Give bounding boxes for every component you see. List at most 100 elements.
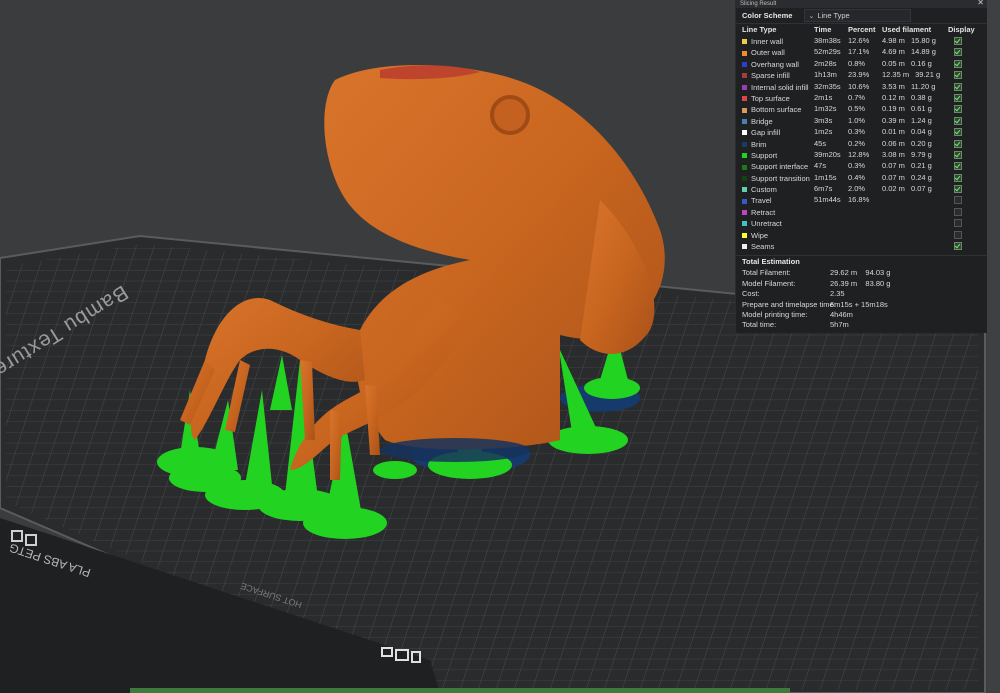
col-display: Display [948, 25, 975, 34]
total-row: Model Filament: 26.39 m 83.80 g [736, 279, 987, 289]
table-row: Brim 45s 0.2% 0.06 m 0.20 g [736, 138, 987, 149]
color-swatch [742, 84, 747, 90]
display-checkbox[interactable] [954, 139, 962, 148]
total-label: Model Filament: [742, 278, 796, 288]
table-row: Support 39m20s 12.8% 3.08 m 9.79 g [736, 149, 987, 160]
table-row: Top surface 2m1s 0.7% 0.12 m 0.38 g [736, 92, 987, 103]
table-row: Support transition 1m15s 0.4% 0.07 m 0.24 g [736, 172, 987, 183]
table-row: Sparse infill 1h13m 23.9% 12.35 m 39.21 g [736, 69, 987, 80]
slicing-result-panel: Slicing Result ✕ Color Scheme ⌄ Line Typ… [735, 0, 987, 333]
table-row: Outer wall 52m29s 17.1% 4.69 m 14.89 g [736, 46, 987, 57]
table-row: Overhang wall 2m28s 0.8% 0.05 m 0.16 g [736, 58, 987, 69]
total-row: Cost: 2.35 [736, 289, 987, 299]
color-swatch [742, 118, 747, 124]
display-checkbox[interactable] [954, 128, 962, 137]
line-type-header: Line Type Time Percent Used filament Dis… [736, 24, 987, 35]
color-swatch [742, 50, 747, 56]
color-swatch [742, 96, 747, 102]
display-checkbox[interactable] [954, 116, 962, 125]
color-scheme-select[interactable]: ⌄ Line Type [804, 9, 912, 22]
table-row: Unretract [736, 217, 987, 228]
color-swatch [742, 153, 747, 159]
display-checkbox[interactable] [954, 207, 962, 216]
table-row: Support interface 47s 0.3% 0.07 m 0.21 g [736, 160, 987, 171]
line-type-time [814, 240, 848, 253]
display-checkbox[interactable] [954, 219, 962, 228]
line-type-name: Seams [742, 240, 814, 253]
display-checkbox[interactable] [954, 93, 962, 102]
color-scheme-row: Color Scheme ⌄ Line Type [736, 8, 987, 24]
total-estimation-title: Total Estimation [736, 255, 987, 268]
total-value: 26.39 m 83.80 g [830, 278, 891, 288]
total-value: 4h46m [830, 309, 853, 319]
table-row: Inner wall 38m38s 12.6% 4.98 m 15.80 g [736, 35, 987, 46]
table-row: Seams [736, 240, 987, 251]
total-value: 6m15s + 15m18s [830, 299, 888, 309]
line-type-label: Seams [751, 242, 775, 252]
color-scheme-value: Line Type [817, 11, 850, 20]
display-checkbox[interactable] [954, 230, 962, 239]
color-swatch [742, 221, 747, 227]
color-swatch [742, 141, 747, 147]
model-eye [490, 95, 530, 135]
color-swatch [742, 187, 747, 193]
right-scrollbar[interactable] [987, 0, 1000, 693]
color-swatch [742, 175, 747, 181]
table-row: Retract [736, 206, 987, 217]
close-icon[interactable]: ✕ [977, 0, 984, 7]
total-label: Model printing time: [742, 309, 808, 319]
color-swatch [742, 198, 747, 204]
total-label: Total time: [742, 320, 777, 330]
panel-titlebar[interactable]: Slicing Result ✕ [736, 0, 987, 8]
table-row: Wipe [736, 229, 987, 240]
display-checkbox[interactable] [954, 162, 962, 171]
color-swatch [742, 39, 747, 45]
col-line-type: Line Type [742, 25, 777, 34]
table-row: Internal solid infill 32m35s 10.6% 3.53 m 11… [736, 81, 987, 92]
display-checkbox[interactable] [954, 37, 962, 45]
color-swatch [742, 130, 747, 136]
color-swatch [742, 73, 747, 79]
table-row: Travel 51m44s 16.8% [736, 194, 987, 205]
line-type-percent [848, 240, 882, 253]
total-value: 29.62 m 94.03 g [830, 268, 891, 278]
total-label: Prepare and timelapse time: [742, 299, 836, 309]
col-used-filament: Used filament [882, 25, 932, 34]
total-estimation-list: Total Filament: 29.62 m 94.03 g Model Fila… [736, 268, 987, 330]
table-row: Custom 6m7s 2.0% 0.02 m 0.07 g [736, 183, 987, 194]
display-checkbox[interactable] [954, 48, 962, 57]
display-checkbox[interactable] [954, 173, 962, 182]
line-type-table: Inner wall 38m38s 12.6% 4.98 m 15.80 g Outer … [736, 35, 987, 251]
color-swatch [742, 61, 747, 67]
display-checkbox[interactable] [954, 185, 962, 194]
total-row: Model printing time: 4h46m [736, 310, 987, 320]
total-label: Cost: [742, 289, 760, 299]
display-checkbox[interactable] [954, 150, 962, 159]
color-scheme-label: Color Scheme [742, 11, 793, 20]
total-label: Total Filament: [742, 268, 791, 278]
total-row: Total time: 5h7m [736, 320, 987, 330]
line-type-filament [882, 240, 948, 253]
display-checkbox[interactable] [954, 105, 962, 114]
total-row: Prepare and timelapse time: 6m15s + 15m18… [736, 300, 987, 310]
total-row: Total Filament: 29.62 m 94.03 g [736, 268, 987, 278]
display-checkbox[interactable] [954, 242, 962, 251]
color-swatch [742, 244, 747, 250]
color-swatch [742, 210, 747, 216]
col-percent: Percent [848, 25, 876, 34]
col-time: Time [814, 25, 832, 34]
color-swatch [742, 232, 747, 238]
display-checkbox[interactable] [954, 196, 962, 205]
table-row: Bottom surface 1m32s 0.5% 0.19 m 0.61 g [736, 103, 987, 114]
color-swatch [742, 107, 747, 113]
display-cell [948, 240, 988, 253]
display-checkbox[interactable] [954, 71, 962, 80]
color-swatch [742, 164, 747, 170]
panel-title: Slicing Result [740, 1, 777, 7]
table-row: Bridge 3m3s 1.0% 0.39 m 1.24 g [736, 115, 987, 126]
display-checkbox[interactable] [954, 59, 962, 68]
table-row: Gap infill 1m2s 0.3% 0.01 m 0.04 g [736, 126, 987, 137]
display-checkbox[interactable] [954, 82, 962, 91]
total-value: 5h7m [830, 320, 849, 330]
chevron-down-icon: ⌄ [808, 12, 815, 20]
